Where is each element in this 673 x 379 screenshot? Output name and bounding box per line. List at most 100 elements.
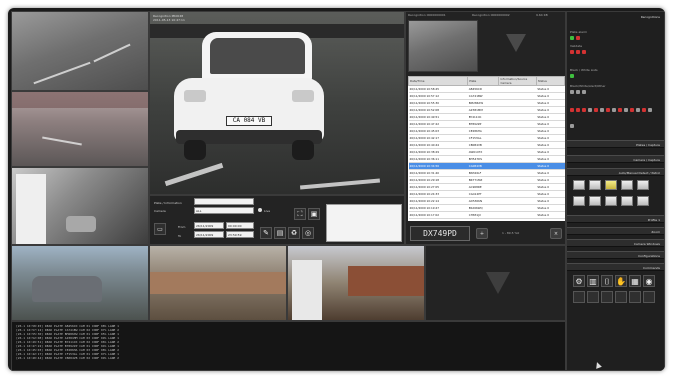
table-row[interactable]: 26/11/2009 10:55:30 BM286XW Status 0	[408, 99, 565, 107]
section-camera-windows[interactable]: Camera Windows	[567, 239, 664, 247]
cell-information	[498, 141, 537, 149]
trash-icon[interactable]: ♻	[288, 227, 300, 239]
camera-view-5[interactable]	[149, 245, 287, 321]
cell-datetime: 26/11/2009 10:42:17	[408, 134, 468, 142]
table-row[interactable]: 26/11/2009 10:29:18 BR771MZ Status 0	[408, 176, 565, 184]
close-plate-button[interactable]: ×	[550, 228, 562, 239]
cell-plate: CE286HA	[467, 127, 499, 135]
camera-view-6[interactable]	[287, 245, 425, 321]
cell-plate: AC908RE	[467, 183, 499, 191]
slot-button[interactable]	[587, 291, 599, 303]
main-video-view[interactable]: Recognition PR0048 2011-05-13 10:47:11 C…	[149, 11, 405, 195]
section-camera-capture[interactable]: Camera / Capture	[567, 155, 664, 163]
archive-icon[interactable]: ▦	[629, 275, 641, 287]
to-time-input[interactable]: 23:59:59	[226, 231, 254, 238]
expand-icon[interactable]: ⛶	[294, 208, 306, 220]
col-plate[interactable]: Plate	[467, 76, 500, 86]
camera-view-empty[interactable]	[425, 245, 566, 321]
to-date-input[interactable]: 26/11/2009	[194, 231, 224, 238]
detection-dots-row	[570, 108, 662, 114]
camera-view-1[interactable]	[11, 11, 149, 91]
camera-view-4[interactable]	[11, 245, 149, 321]
table-row[interactable]: 26/11/2009 10:17:02 CH831JX Status 0	[408, 211, 565, 219]
table-row[interactable]: 26/11/2009 10:49:51 BY411CK Status 0	[408, 113, 565, 121]
table-row[interactable]: 26/11/2009 10:52:08 AZ381MM Status 0	[408, 106, 565, 114]
section-plates-capture[interactable]: Plates / Capture	[567, 140, 664, 148]
layout-button[interactable]	[621, 180, 633, 190]
power-icon[interactable]: ◉	[643, 275, 655, 287]
section-auto-detect[interactable]: Auto/Manual Detect / Patrol	[567, 168, 664, 176]
layout-button[interactable]	[589, 180, 601, 190]
layout-button[interactable]	[573, 180, 585, 190]
camera-view-3[interactable]	[11, 167, 149, 245]
col-information[interactable]: Information/Source Camera	[498, 76, 537, 86]
layout-button[interactable]	[637, 196, 649, 206]
slot-button[interactable]	[601, 291, 613, 303]
recognition-header-1: Recognition 0000000001	[408, 13, 446, 17]
table-row[interactable]: 26/11/2009 10:57:12 CA741BW Status 0	[408, 92, 565, 100]
table-row[interactable]: 26/11/2009 10:22:14 AD530KN Status 0	[408, 197, 565, 205]
plate-label: Plate / Information	[154, 201, 182, 205]
layout-button[interactable]	[621, 196, 633, 206]
layout-button[interactable]	[605, 196, 617, 206]
status-indicator	[612, 108, 616, 112]
layout-button[interactable]	[573, 196, 585, 206]
print-icon[interactable]: ▤	[274, 227, 286, 239]
section-zoom[interactable]: Zoom	[567, 227, 664, 235]
camera-select[interactable]: ALL	[194, 207, 254, 214]
layout-button[interactable]	[605, 180, 617, 190]
section-configurations[interactable]: Configurations	[567, 251, 664, 259]
plate-input[interactable]	[194, 198, 254, 205]
log-line: [26.1 10:40:44] READ PLATE CB084VB CAM 0…	[16, 356, 119, 360]
table-row[interactable]: 26/11/2009 10:38:29 AW614TX Status 0	[408, 148, 565, 156]
search-icon[interactable]: ✎	[260, 227, 272, 239]
recognition-thumbnail[interactable]	[408, 20, 478, 72]
layout-button[interactable]	[637, 180, 649, 190]
slot-button[interactable]	[643, 291, 655, 303]
cell-plate: CA084VB	[467, 162, 499, 170]
cell-status: Status 0	[536, 99, 565, 107]
status-indicator	[576, 90, 580, 94]
cell-plate: BH547DS	[467, 155, 499, 163]
status-indicator	[582, 50, 586, 54]
cell-plate: AZ381MM	[467, 106, 499, 114]
snapshot-icon[interactable]: ▣	[308, 208, 320, 220]
live-indicator[interactable]	[258, 208, 262, 212]
col-status[interactable]: Status	[535, 76, 565, 86]
table-row[interactable]: 26/11/2009 10:42:17 CF153GL Status 0	[408, 134, 565, 142]
table-row[interactable]: 26/11/2009 10:36:11 BH547DS Status 0	[408, 155, 565, 163]
table-row[interactable]: 26/11/2009 10:40:44 CB084VB Status 0	[408, 141, 565, 149]
cell-status: Status 0	[536, 190, 565, 198]
bookmark-icon[interactable]: ⌷	[601, 275, 613, 287]
license-plate: CA 084 VB	[226, 116, 272, 126]
slot-button[interactable]	[615, 291, 627, 303]
tools-icon[interactable]: ✋	[615, 275, 627, 287]
table-row[interactable]: 26/11/2009 10:19:47 BS266WQ Status 0	[408, 204, 565, 212]
refresh-icon[interactable]: ◎	[302, 227, 314, 239]
camera-view-2[interactable]	[11, 91, 149, 167]
status-indicator	[576, 108, 580, 112]
from-time-input[interactable]: 00:00:00	[226, 222, 254, 229]
brick-building	[348, 266, 424, 296]
table-row[interactable]: 26/11/2009 10:45:03 CE286HA Status 0	[408, 127, 565, 135]
table-row[interactable]: 26/11/2009 10:58:45 AB456CD Status 0	[408, 85, 565, 93]
table-row[interactable]: 26/11/2009 10:31:40 BN326LF Status 0	[408, 169, 565, 177]
monitor-icon[interactable]: ▥	[587, 275, 599, 287]
slot-button[interactable]	[573, 291, 585, 303]
cell-datetime: 26/11/2009 10:19:47	[408, 204, 468, 212]
table-row[interactable]: 26/11/2009 10:24:33 CG412PT Status 0	[408, 190, 565, 198]
table-row[interactable]: 26/11/2009 10:47:22 BT892ZP Status 0	[408, 120, 565, 128]
layout-button[interactable]	[589, 196, 601, 206]
section-commands[interactable]: Commands	[567, 263, 664, 271]
video-icon[interactable]: ▭	[154, 223, 166, 235]
table-row[interactable]: 26/11/2009 10:34:56 CA084VB Status 0	[408, 162, 565, 170]
table-row[interactable]: 26/11/2009 10:27:05 AC908RE Status 0	[408, 183, 565, 191]
slot-button[interactable]	[629, 291, 641, 303]
section-profile[interactable]: Profile 1	[567, 215, 664, 223]
col-datetime[interactable]: Date/Time	[408, 76, 469, 86]
network-icon[interactable]: ⚙	[573, 275, 585, 287]
cell-plate: CA741BW	[467, 92, 499, 100]
add-plate-button[interactable]: +	[476, 228, 488, 239]
status-indicator	[642, 108, 646, 112]
from-date-input[interactable]: 26/11/2009	[194, 222, 224, 229]
